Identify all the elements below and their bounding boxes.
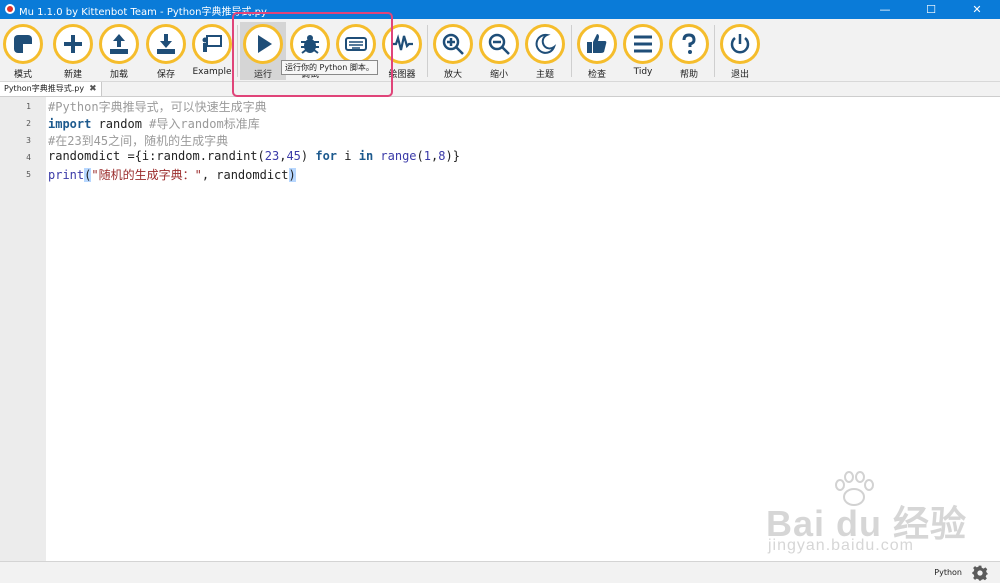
example-button[interactable]: Example <box>189 22 235 80</box>
quit-button[interactable]: 退出 <box>717 22 763 80</box>
code-token: randomdict ={i:random.randint( <box>48 149 265 163</box>
code-token: i <box>337 149 359 163</box>
code-line: randomdict ={i:random.randint(23,45) for… <box>48 149 460 163</box>
power-icon <box>730 34 750 54</box>
code-token: ( <box>416 149 424 163</box>
code-token: ) <box>300 149 316 163</box>
app-logo-icon <box>5 4 15 14</box>
gear-icon[interactable] <box>972 565 988 581</box>
line-number: 5 <box>26 170 31 179</box>
builtin-token: print <box>48 168 85 182</box>
presentation-icon <box>202 35 222 52</box>
code-line: #在23到45之间，随机的生成字典 <box>48 134 229 148</box>
zoom-out-icon <box>488 33 510 55</box>
number-token: 1 <box>423 149 431 163</box>
download-icon <box>157 34 175 54</box>
matched-paren: ) <box>288 168 296 182</box>
question-icon <box>682 33 696 54</box>
watermark-site: jingyan.baidu.com <box>768 537 914 554</box>
title-bar: Mu 1.1.0 by Kittenbot Team - Python字典推导式… <box>0 0 1000 19</box>
window-title: Mu 1.1.0 by Kittenbot Team - Python字典推导式… <box>19 7 267 18</box>
mode-icon <box>14 35 32 53</box>
keyword-token: for <box>315 149 338 163</box>
number-token: 23 <box>264 149 280 163</box>
help-button[interactable]: 帮助 <box>666 22 712 80</box>
builtin-token: range <box>380 149 417 163</box>
line-number: 2 <box>26 119 31 128</box>
code-token: )} <box>445 149 460 163</box>
tab-file[interactable]: Python字典推导式.py ✖ <box>0 82 102 96</box>
moon-icon <box>535 33 557 54</box>
code-token: random <box>91 117 150 131</box>
plus-icon <box>64 35 82 53</box>
keyword-token: in <box>358 149 374 163</box>
tab-label: Python字典推导式.py <box>4 84 85 93</box>
code-token: , randomdict <box>201 168 289 182</box>
string-token: "随机的生成字典：" <box>91 168 202 182</box>
theme-button[interactable]: 主题 <box>522 22 568 80</box>
comment-token: #导入random标准库 <box>149 117 260 131</box>
thumbs-up-icon <box>587 34 607 53</box>
line-number: 3 <box>26 136 31 145</box>
quit-label: 退出 <box>730 70 749 80</box>
number-token: 45 <box>286 149 301 163</box>
baidu-watermark: Bai du 经验 jingyan.baidu.com <box>766 465 986 560</box>
lines-icon <box>634 35 652 53</box>
code-line: print("随机的生成字典：", randomdict) <box>48 166 296 183</box>
line-number: 1 <box>26 102 31 111</box>
mode-indicator: Python <box>934 568 962 577</box>
zoom-in-icon <box>442 33 464 55</box>
close-window-button[interactable]: ✕ <box>954 0 1000 19</box>
code-line: #Python字典推导式，可以快速生成字典 <box>48 100 267 114</box>
keyword-token: import <box>48 117 92 131</box>
pulse-icon <box>391 34 413 51</box>
status-bar: Python <box>0 561 1000 583</box>
tab-close-icon[interactable]: ✖ <box>89 84 97 94</box>
annotation-highlight-box <box>232 12 393 97</box>
maximize-button[interactable]: ☐ <box>908 0 954 19</box>
tab-bar: Python字典推导式.py ✖ <box>0 82 1000 97</box>
line-number-gutter: 1 2 3 4 5 <box>0 97 46 561</box>
toolbar: 模式 新建 加载 保存 Example 运行 调试 REPL 绘图器 放大 缩小 <box>0 19 1000 82</box>
line-number: 4 <box>26 153 31 162</box>
upload-icon <box>110 34 128 54</box>
minimize-button[interactable]: — <box>862 0 908 19</box>
code-line: import random #导入random标准库 <box>48 115 260 132</box>
